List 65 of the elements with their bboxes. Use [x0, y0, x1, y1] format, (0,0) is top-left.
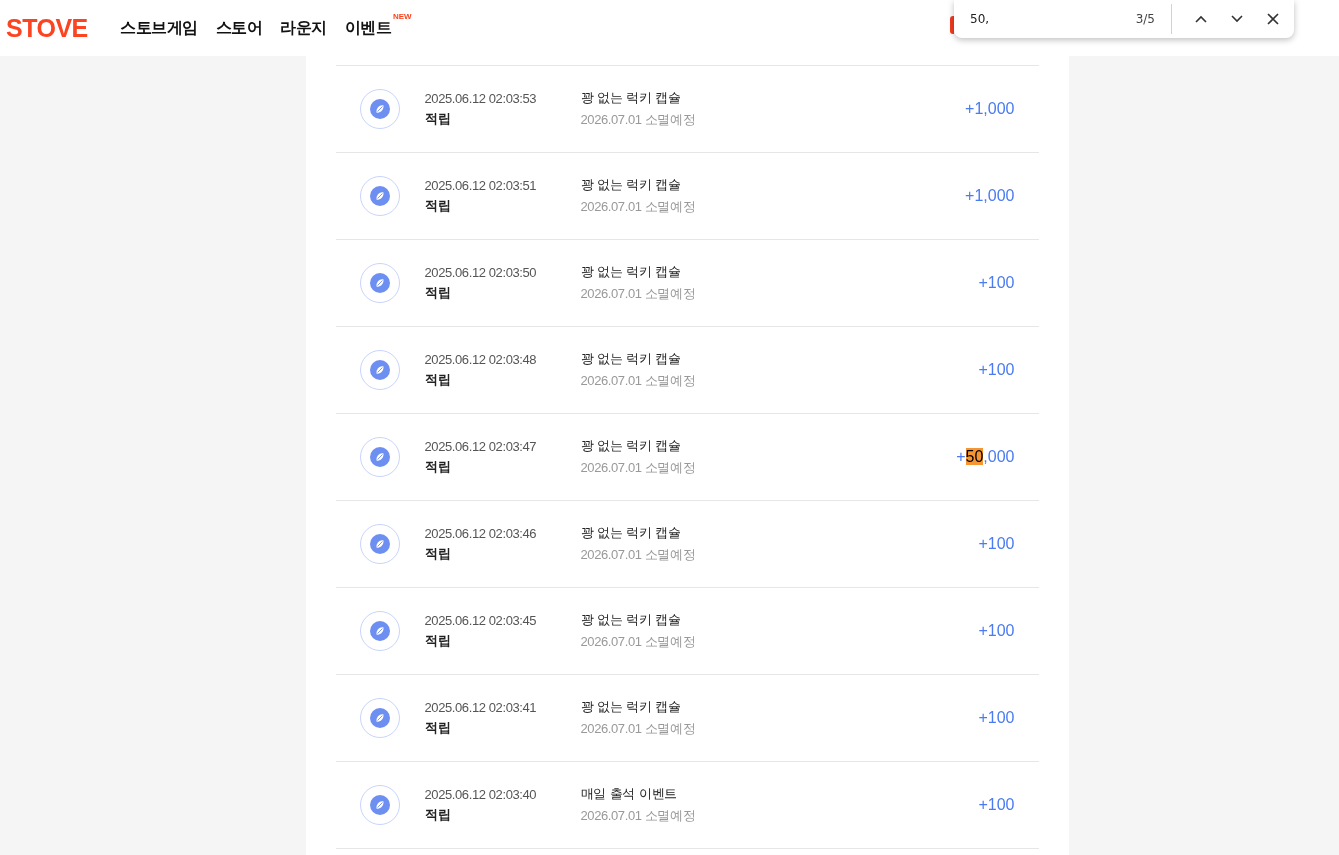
transaction-type: 적립 — [424, 196, 452, 215]
transaction-type: 적립 — [424, 805, 452, 824]
logo[interactable]: STOVE — [6, 13, 120, 43]
points-amount: +100 — [978, 535, 1015, 553]
points-amount: +1,000 — [965, 100, 1015, 118]
transaction-datetime: 2025.06.12 02:03:51 — [424, 177, 538, 193]
points-amount: +1,000 — [965, 187, 1015, 205]
transaction-title: 꽝 없는 럭키 캡슐 — [580, 89, 682, 107]
transaction-datetime: 2025.06.12 02:03:46 — [424, 525, 538, 541]
points-amount: +100 — [978, 796, 1015, 814]
point-coin-icon — [359, 698, 400, 738]
transaction-title: 꽝 없는 럭키 캡슐 — [580, 437, 682, 455]
transaction-title: 꽝 없는 럭키 캡슐 — [580, 350, 682, 368]
chevron-down-icon — [1231, 15, 1243, 23]
transaction-title: 꽝 없는 럭키 캡슐 — [580, 524, 682, 542]
expiry-date: 2026.07.01 소멸예정 — [580, 720, 697, 738]
transaction-type: 적립 — [424, 283, 452, 302]
points-amount: +100 — [978, 361, 1015, 379]
transaction-datetime: 2025.06.12 02:03:50 — [424, 264, 538, 280]
transaction-type: 적립 — [424, 718, 452, 737]
points-amount: +50,000 — [956, 448, 1015, 466]
expiry-date: 2026.07.01 소멸예정 — [580, 111, 697, 129]
transaction-datetime: 2025.06.12 02:03:40 — [424, 786, 538, 802]
nav-link[interactable]: 라운지 — [280, 17, 327, 39]
transaction-datetime: 2025.06.12 02:03:41 — [424, 699, 538, 715]
nav-link[interactable]: 이벤트 — [344, 17, 391, 39]
expiry-date: 2026.07.01 소멸예정 — [580, 198, 697, 216]
find-input[interactable]: 50, — [970, 12, 1120, 26]
nav-link[interactable]: 스토어 — [215, 17, 262, 39]
match-count: 3/5 — [1135, 12, 1155, 26]
close-icon — [1267, 13, 1279, 25]
transaction-datetime: 2025.06.12 02:03:45 — [424, 612, 538, 628]
nav-link[interactable]: 스토브게임 — [120, 17, 198, 39]
point-coin-icon — [359, 437, 400, 477]
point-coin-icon — [359, 524, 400, 564]
transaction-type: 적립 — [424, 457, 452, 476]
transaction-datetime: 2025.06.12 02:03:47 — [424, 438, 538, 454]
expiry-date: 2026.07.01 소멸예정 — [580, 459, 697, 477]
new-label: NEW — [393, 11, 412, 21]
transaction-datetime: 2025.06.12 02:03:48 — [424, 351, 538, 367]
expiry-date: 2026.07.01 소멸예정 — [580, 372, 697, 390]
point-coin-icon — [359, 263, 400, 303]
expiry-date: 2026.07.01 소멸예정 — [580, 633, 697, 651]
point-coin-icon — [359, 785, 400, 825]
transaction-title: 꽝 없는 럭키 캡슐 — [580, 263, 682, 281]
chevron-up-icon — [1195, 15, 1207, 23]
transaction-title: 꽝 없는 럭키 캡슐 — [580, 176, 682, 194]
transaction-datetime: 2025.06.12 02:03:53 — [424, 90, 538, 106]
transaction-type: 적립 — [424, 109, 452, 128]
expiry-date: 2026.07.01 소멸예정 — [580, 546, 697, 564]
points-amount: +100 — [978, 622, 1015, 640]
transaction-type: 적립 — [424, 631, 452, 650]
point-coin-icon — [359, 89, 400, 129]
points-amount: +100 — [978, 709, 1015, 727]
transaction-title: 매일 출석 이벤트 — [580, 785, 679, 803]
expiry-date: 2026.07.01 소멸예정 — [580, 807, 697, 825]
transaction-title: 꽝 없는 럭키 캡슐 — [580, 698, 682, 716]
point-coin-icon — [359, 176, 400, 216]
point-coin-icon — [359, 350, 400, 390]
transaction-type: 적립 — [424, 544, 452, 563]
point-coin-icon — [359, 611, 400, 651]
transaction-title: 꽝 없는 럭키 캡슐 — [580, 611, 682, 629]
expiry-date: 2026.07.01 소멸예정 — [580, 285, 697, 303]
transaction-type: 적립 — [424, 370, 452, 389]
points-amount: +100 — [978, 274, 1015, 292]
